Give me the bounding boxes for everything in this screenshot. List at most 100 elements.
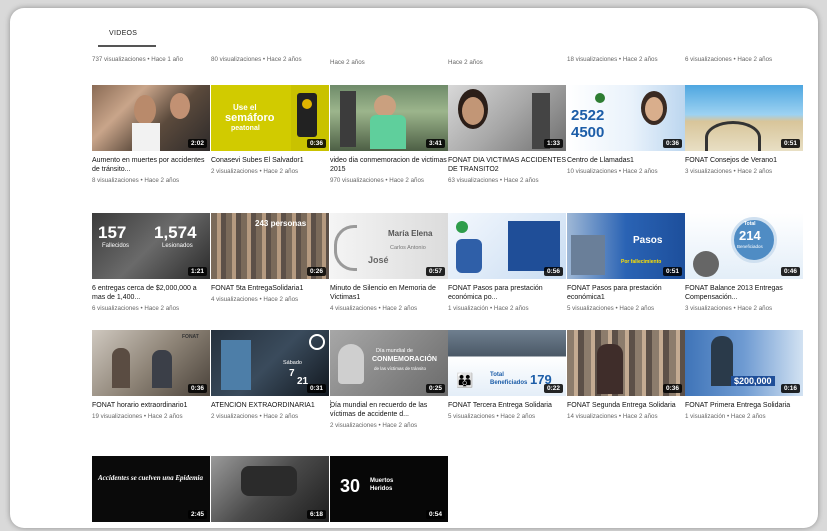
video-thumbnail[interactable]: Día mundial de CONMEMORACIÓN de las víct… [330, 330, 448, 396]
video-thumbnail[interactable]: $200,000 0:16 [685, 330, 803, 396]
video-thumbnail[interactable]: María Elena Carlos Antonio José 0:57 [330, 213, 448, 279]
duration-badge: 0:22 [543, 384, 563, 393]
video-card[interactable]: Sábado 7 21 0:31 ATENCIÓN EXTRAORDINARIA… [211, 330, 335, 421]
video-title[interactable]: Día mundial en recuerdo de las víctimas … [330, 401, 448, 419]
video-title[interactable]: FONAT Segunda Entrega Solidaria [567, 401, 685, 410]
duration-badge: 1:21 [187, 267, 207, 276]
video-title[interactable]: Aumento en muertes por accidentes de trá… [92, 156, 210, 174]
thumb-text: Muertos [370, 478, 394, 484]
video-card[interactable]: FONAT 0:36 FONAT horario extraordinario1… [92, 330, 210, 421]
video-title[interactable]: FONAT Consejos de Verano1 [685, 156, 803, 165]
video-thumbnail[interactable]: Total 214 Beneficiados 0:46 [685, 213, 803, 279]
video-meta: 970 visualizaciones • Hace 2 años [330, 177, 425, 184]
video-card[interactable]: Pasos Por fallecimiento 0:51 FONAT Pasos… [567, 213, 685, 313]
video-thumbnail[interactable]: 6:18 [211, 456, 329, 522]
total-label: Beneficiados [737, 244, 763, 249]
video-card[interactable]: 0:51 FONAT Consejos de Verano1 3 visuali… [685, 85, 803, 176]
video-thumbnail[interactable]: 0:56 [448, 213, 566, 279]
car-shape [241, 466, 297, 496]
video-meta: 3 visualizaciones • Hace 2 años [685, 168, 773, 175]
duration-badge: 3:41 [425, 139, 445, 148]
video-title[interactable]: video dia conmemoracion de victimas 2015 [330, 156, 448, 174]
video-meta: 19 visualizaciones • Hace 2 años [92, 413, 183, 420]
video-title[interactable]: FONAT horario extraordinario1 [92, 401, 210, 410]
video-card[interactable]: 2:02 Aumento en muertes por accidentes d… [92, 85, 210, 185]
video-title[interactable]: FONAT Balance 2013 Entregas Compensación… [685, 284, 803, 302]
video-thumbnail[interactable]: 2:02 [92, 85, 210, 151]
video-card[interactable]: 6:18 [211, 456, 329, 522]
video-meta: 5 visualizaciones • Hace 2 años [448, 413, 536, 420]
duration-badge: 0:54 [425, 510, 445, 519]
video-thumbnail[interactable]: Pasos Por fallecimiento 0:51 [567, 213, 685, 279]
video-meta: Hace 2 años [448, 59, 483, 66]
video-thumbnail[interactable]: 0:51 [685, 85, 803, 151]
video-card[interactable]: 1:33 FONAT DIA VICTIMAS ACCIDENTES DE TR… [448, 85, 566, 185]
video-title[interactable]: FONAT Pasos para prestación económica1 [567, 284, 685, 302]
screen-frame: VIDEOS 737 visualizaciones • Hace 1 año … [10, 8, 818, 528]
video-thumbnail[interactable]: 1:33 [448, 85, 566, 151]
video-card[interactable]: 0:36 FONAT Segunda Entrega Solidaria 14 … [567, 330, 685, 421]
video-title[interactable]: FONAT DIA VICTIMAS ACCIDENTES DE TRANSIT… [448, 156, 566, 174]
video-title[interactable]: FONAT 5ta EntregaSolidaria1 [211, 284, 329, 293]
video-title[interactable]: Centro de Llamadas1 [567, 156, 685, 165]
video-thumbnail[interactable]: 0:36 [567, 330, 685, 396]
person-head [374, 95, 396, 117]
video-meta: 4 visualizaciones • Hace 2 años [211, 296, 299, 303]
video-meta: 14 visualizaciones • Hace 2 años [567, 413, 658, 420]
video-thumbnail[interactable]: 157 1,574 Fallecidos Lesionados 1:21 [92, 213, 210, 279]
video-card[interactable]: María Elena Carlos Antonio José 0:57 Min… [330, 213, 448, 313]
video-card[interactable]: Día mundial de CONMEMORACIÓN de las víct… [330, 330, 448, 430]
video-card[interactable]: 243 personas 0:26 FONAT 5ta EntregaSolid… [211, 213, 329, 304]
video-meta: 80 visualizaciones • Hace 2 años [211, 56, 302, 63]
video-card[interactable]: 2522 4500 0:36 Centro de Llamadas1 10 vi… [567, 85, 685, 176]
person-shirt [132, 123, 160, 151]
video-title[interactable]: Conasevi Subes El Salvador1 [211, 156, 329, 165]
video-title[interactable]: Minuto de Silencio en Memoria de Victima… [330, 284, 448, 302]
video-thumbnail[interactable]: 3:41 [330, 85, 448, 151]
person-photo [693, 251, 719, 277]
duration-badge: 0:31 [306, 384, 326, 393]
clock-icon [309, 334, 325, 350]
people-photo [571, 235, 605, 275]
logo-text: FONAT [182, 334, 199, 340]
phone-icon [595, 93, 605, 103]
thumb-text: Día mundial de [376, 348, 413, 354]
video-thumbnail[interactable]: Sábado 7 21 0:31 [211, 330, 329, 396]
duration-badge: 0:25 [425, 384, 445, 393]
video-card[interactable]: 30 Muertos Heridos 0:54 [330, 456, 448, 522]
thumb-text: peatonal [231, 125, 260, 132]
video-card[interactable]: 3:41 video dia conmemoracion de victimas… [330, 85, 448, 185]
people-photo [221, 340, 251, 390]
video-card[interactable]: Use el semáforo peatonal 0:36 Conasevi S… [211, 85, 329, 176]
video-card[interactable]: $200,000 0:16 FONAT Primera Entrega Soli… [685, 330, 803, 421]
video-title[interactable]: ATENCIÓN EXTRAORDINARIA1 [211, 401, 329, 410]
video-title[interactable]: FONAT Pasos para prestación económica po… [448, 284, 566, 302]
video-title[interactable]: FONAT Tercera Entrega Solidaria [448, 401, 566, 410]
total-label: Beneficiados [490, 380, 528, 386]
video-meta: 10 visualizaciones • Hace 2 años [567, 168, 658, 175]
video-card[interactable]: 👪 Total Beneficiados 179 0:22 FONAT Terc… [448, 330, 566, 421]
video-thumbnail[interactable]: Use el semáforo peatonal 0:36 [211, 85, 329, 151]
video-title[interactable]: FONAT Primera Entrega Solidaria [685, 401, 803, 410]
person-figure [112, 348, 130, 388]
video-thumbnail[interactable]: 👪 Total Beneficiados 179 0:22 [448, 330, 566, 396]
people-icon: 👪 [456, 372, 474, 388]
duration-badge: 0:26 [306, 267, 326, 276]
video-thumbnail[interactable]: 30 Muertos Heridos 0:54 [330, 456, 448, 522]
duration-badge: 6:18 [306, 510, 326, 519]
video-thumbnail[interactable]: 243 personas 0:26 [211, 213, 329, 279]
video-card[interactable]: Accidentes se cuelven una Epidemia 2:45 [92, 456, 210, 522]
video-card[interactable]: 0:56 FONAT Pasos para prestación económi… [448, 213, 566, 313]
video-thumbnail[interactable]: FONAT 0:36 [92, 330, 210, 396]
video-meta: 2 visualizaciones • Hace 2 años [211, 413, 299, 420]
video-card[interactable]: Total 214 Beneficiados 0:46 FONAT Balanc… [685, 213, 803, 313]
victim-name: José [368, 255, 389, 265]
light-dot [302, 99, 312, 109]
video-meta: 3 visualizaciones • Hace 2 años [685, 305, 773, 312]
video-thumbnail[interactable]: Accidentes se cuelven una Epidemia 2:45 [92, 456, 210, 522]
video-card[interactable]: 157 1,574 Fallecidos Lesionados 1:21 6 e… [92, 213, 210, 313]
video-title[interactable]: 6 entregas cerca de $2,000,000 a mas de … [92, 284, 210, 302]
video-meta: 63 visualizaciones • Hace 2 años [448, 177, 539, 184]
steering-wheel-icon [705, 121, 761, 151]
video-thumbnail[interactable]: 2522 4500 0:36 [567, 85, 685, 151]
